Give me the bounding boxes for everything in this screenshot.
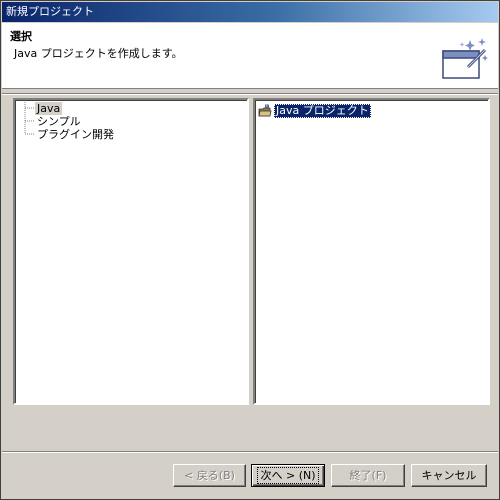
wizard-page-title: 選択: [10, 30, 32, 43]
tree-item-java[interactable]: Java: [35, 102, 63, 115]
dialog-title-bar[interactable]: 新規プロジェクト: [2, 2, 498, 22]
new-project-dialog: 新規プロジェクト 選択 Java プロジェクトを作成します。 Java シンプル…: [0, 0, 500, 500]
finish-button[interactable]: 終了(F): [331, 464, 405, 487]
next-button-label: 次へ > (N): [257, 467, 319, 484]
new-project-wizard-icon: [442, 38, 488, 79]
tree-item-plugin-development[interactable]: プラグイン開発: [35, 128, 116, 141]
list-item-java-project[interactable]: Java プロジェクト: [258, 104, 371, 118]
cancel-button[interactable]: キャンセル: [411, 464, 487, 487]
java-project-icon: [258, 104, 272, 117]
wizard-header: 選択 Java プロジェクトを作成します。: [2, 23, 498, 89]
category-tree[interactable]: Java シンプル プラグイン開発: [13, 98, 249, 405]
list-item-label: Java プロジェクト: [274, 104, 371, 118]
next-button[interactable]: 次へ > (N): [251, 464, 325, 487]
wizard-page-description: Java プロジェクトを作成します。: [14, 47, 183, 60]
dialog-title: 新規プロジェクト: [6, 5, 94, 18]
back-button[interactable]: < 戻る(B): [173, 464, 246, 487]
footer-separator: [2, 451, 498, 453]
tree-item-simple[interactable]: シンプル: [35, 115, 83, 128]
project-type-list[interactable]: Java プロジェクト: [253, 98, 490, 405]
header-separator: [2, 93, 498, 95]
